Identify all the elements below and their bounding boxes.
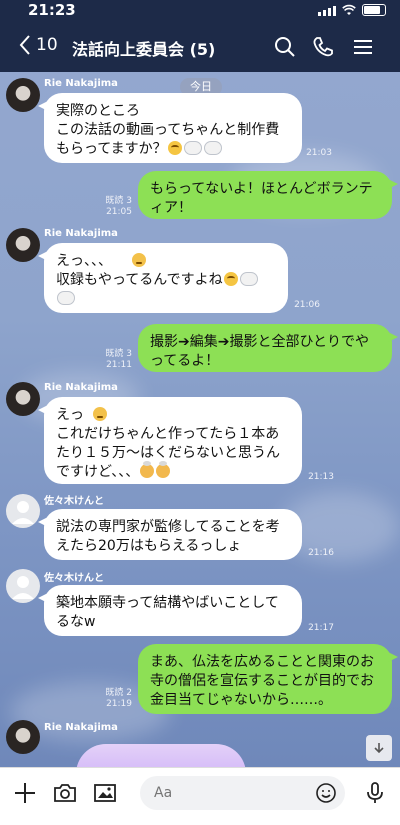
sender-name: Rie Nakajima [44, 228, 118, 239]
sender-name: 佐々木けんと [44, 573, 104, 584]
back-count: 10 [36, 35, 58, 55]
emoji-puff [57, 291, 75, 305]
default-avatar-icon [12, 501, 34, 524]
message-time: 21:16 [308, 548, 334, 558]
message-text: 説法の専門家が監修してることを考 えたら20万はもらえるっしょ [56, 519, 280, 554]
emoji-mind-blown [156, 461, 171, 478]
read-receipt: 既読 2 21:19 [105, 688, 132, 709]
line-chat-screen: 21:23 10 法話向上委員会 (5) 今日 Rie Nakajima 実際の… [0, 0, 400, 825]
emoji-hushed [132, 253, 146, 267]
message-text: まあ、仏法を広めることと関東のお 寺の僧侶を宣伝することが目的でお 金目当てじゃ… [150, 654, 374, 708]
message-bubble[interactable]: えっ、、、 収録もやってるんですよね [38, 243, 288, 313]
message-input[interactable] [152, 784, 306, 802]
message-bubble[interactable]: 築地本願寺って結構やばいことして るなw [38, 585, 302, 636]
message-composer [0, 767, 400, 825]
message-input-container [140, 776, 345, 810]
emoji-thinking [167, 141, 182, 155]
battery-icon [362, 4, 386, 16]
signal-icon [318, 4, 336, 16]
message-time: 21:06 [294, 300, 320, 310]
smile-icon[interactable] [315, 782, 337, 804]
message-text: 撮影➔編集➔撮影と全部ひとりでや ってるよ！ [150, 334, 370, 369]
wifi-icon [342, 4, 356, 15]
phone-icon[interactable] [310, 34, 336, 60]
back-button[interactable]: 10 [18, 34, 58, 56]
avatar[interactable] [6, 228, 40, 262]
message-time: 21:13 [308, 472, 334, 482]
message-text: 築地本願寺って結構やばいことして るなw [56, 595, 279, 630]
mic-icon[interactable] [362, 780, 388, 806]
image-icon[interactable] [92, 780, 118, 806]
avatar[interactable] [6, 720, 40, 754]
emoji-mind-blown [140, 461, 155, 478]
avatar[interactable] [6, 382, 40, 416]
camera-icon[interactable] [52, 780, 78, 806]
read-receipt: 既読 3 21:05 [105, 196, 132, 217]
scroll-down-button[interactable] [366, 735, 392, 761]
message-text: もらってないよ！ほとんどボランテ ィア！ [150, 181, 373, 216]
sender-name: Rie Nakajima [44, 78, 118, 89]
avatar[interactable] [6, 494, 40, 528]
message-bubble[interactable]: まあ、仏法を広めることと関東のお 寺の僧侶を宣伝することが目的でお 金目当てじゃ… [138, 644, 398, 714]
emoji-puff [203, 141, 222, 155]
emoji-puff [183, 141, 202, 155]
system-icons [318, 4, 386, 16]
message-time: 21:03 [306, 148, 332, 158]
emoji-puff [239, 272, 258, 286]
read-receipt: 既読 3 21:11 [105, 349, 132, 370]
sender-name: Rie Nakajima [44, 722, 118, 733]
chat-title: 法話向上委員会 (5) [72, 40, 216, 59]
status-bar: 21:23 [0, 0, 400, 22]
sender-name: Rie Nakajima [44, 382, 118, 393]
message-bubble[interactable]: 実際のところ この法話の動画ってちゃんと制作費 もらってますか？ [38, 93, 302, 163]
scroll-down-icon [374, 743, 384, 754]
back-chevron-icon [19, 35, 30, 55]
default-avatar-icon [12, 576, 34, 599]
message-bubble[interactable]: 撮影➔編集➔撮影と全部ひとりでや ってるよ！ [138, 324, 398, 372]
avatar[interactable] [6, 569, 40, 603]
emoji-hushed [93, 407, 107, 421]
chat-area[interactable]: 今日 Rie Nakajima 実際のところ この法話の動画ってちゃんと制作費 … [0, 72, 400, 767]
status-time: 21:23 [28, 1, 76, 19]
message-bubble[interactable]: えっ これだけちゃんと作ってたら１本あ たり１５万〜はくだらないと思うん ですけ… [38, 397, 302, 484]
message-bubble[interactable]: 説法の専門家が監修してることを考 えたら20万はもらえるっしょ [38, 509, 302, 560]
message-bubble[interactable]: もらってないよ！ほとんどボランテ ィア！ [138, 171, 398, 219]
menu-icon[interactable] [350, 34, 376, 60]
plus-icon[interactable] [12, 780, 38, 806]
message-time: 21:17 [308, 623, 334, 633]
sender-name: 佐々木けんと [44, 496, 104, 507]
search-icon[interactable] [272, 34, 298, 60]
avatar[interactable] [6, 78, 40, 112]
chat-header: 10 法話向上委員会 (5) [0, 22, 400, 72]
emoji-thinking [223, 272, 238, 286]
